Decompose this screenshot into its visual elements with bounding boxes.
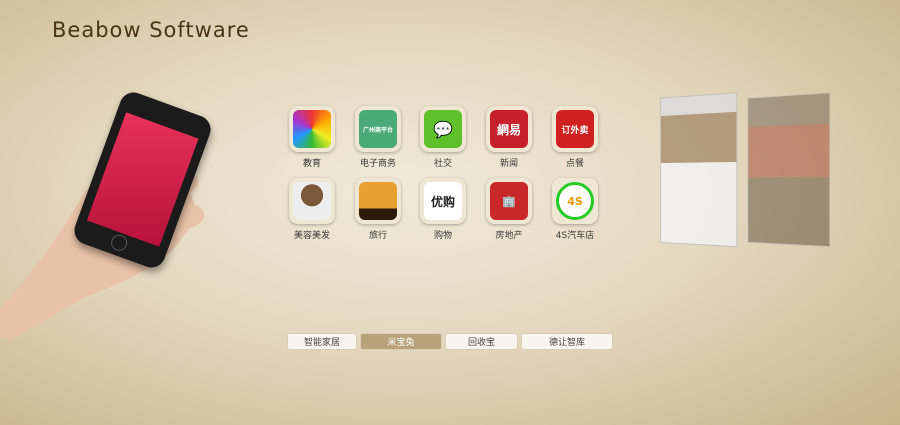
app-social[interactable]: 💬 社交 (418, 106, 468, 169)
app-education[interactable]: 教育 (287, 106, 337, 169)
chat-icon: 💬 (420, 106, 466, 152)
travel-icon (355, 178, 401, 224)
hairdressing-icon (289, 178, 335, 224)
order-food-icon: 订外卖 (552, 106, 598, 152)
screenshot-2 (747, 92, 831, 248)
app-food-order[interactable]: 订外卖 点餐 (550, 106, 600, 169)
education-icon (289, 106, 335, 152)
car-dealer-icon: 4S (552, 178, 598, 224)
ecommerce-icon: 广州商平台 (355, 106, 401, 152)
app-4s-car[interactable]: 4S 4S汽车店 (550, 178, 600, 241)
app-real-estate[interactable]: 🏢 房地产 (484, 178, 534, 241)
brand-title: Beabow Software (52, 18, 250, 42)
news-icon: 網易 (486, 106, 532, 152)
tab-smart-home[interactable]: 智能家居 (287, 333, 357, 350)
tab-zhiku[interactable]: 德让智库 (521, 333, 613, 350)
screenshot-1 (660, 92, 738, 248)
category-tabs: 智能家居 米宝兔 回收宝 德让智库 (287, 333, 613, 350)
tab-mibaotu[interactable]: 米宝兔 (360, 333, 442, 350)
app-news[interactable]: 網易 新闻 (484, 106, 534, 169)
app-ecommerce[interactable]: 广州商平台 电子商务 (353, 106, 403, 169)
real-estate-icon: 🏢 (486, 178, 532, 224)
shopping-icon: 优购 (420, 178, 466, 224)
app-beauty[interactable]: 美容美发 (287, 178, 337, 241)
tab-huishoubao[interactable]: 回收宝 (445, 333, 518, 350)
app-travel[interactable]: 旅行 (353, 178, 403, 241)
app-shopping[interactable]: 优购 购物 (418, 178, 468, 241)
app-screenshots-preview (655, 92, 855, 265)
